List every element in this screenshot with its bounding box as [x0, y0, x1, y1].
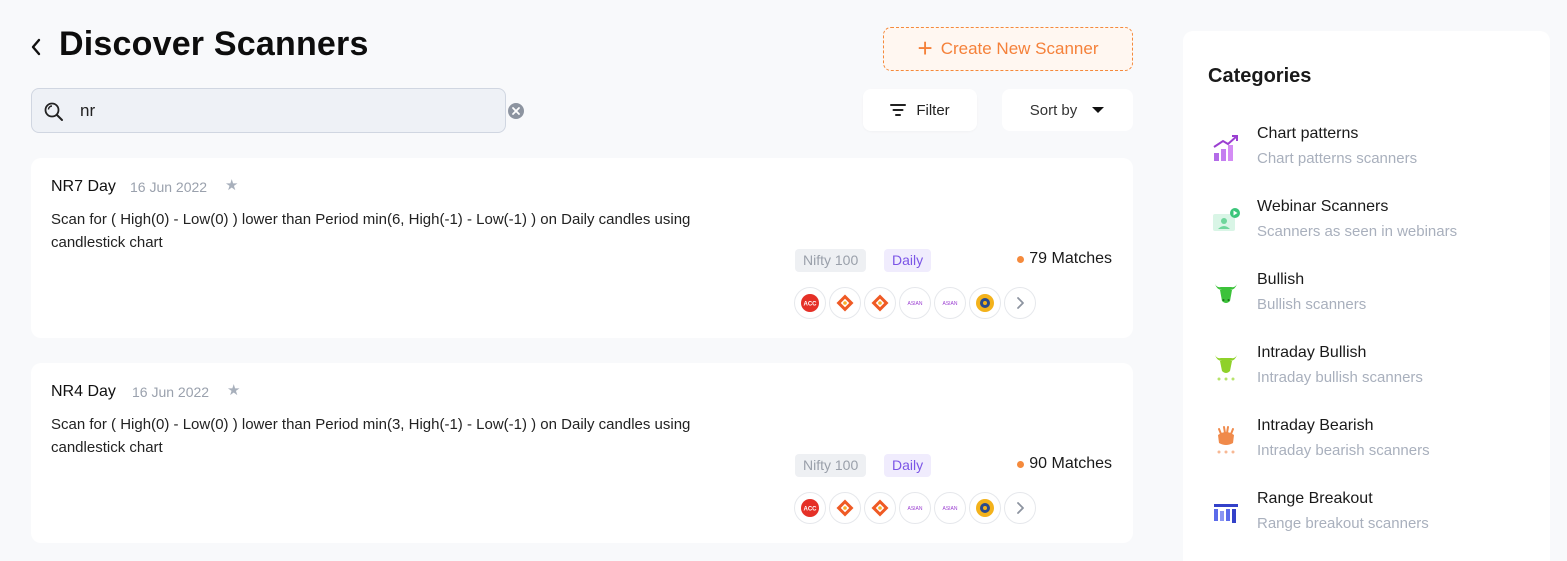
category-name: Chart patterns	[1257, 125, 1359, 142]
ambuja-logo[interactable]	[864, 492, 896, 524]
match-count-label: 79 Matches	[1029, 250, 1112, 267]
more-logos-button[interactable]	[1004, 287, 1036, 319]
search-box	[31, 88, 524, 133]
create-scanner-button[interactable]: + Create New Scanner	[883, 27, 1133, 71]
stock-logos: ACC ASIAN ASIAN	[794, 287, 1036, 319]
svg-text:ASIAN: ASIAN	[942, 301, 957, 307]
category-name: Intraday Bearish	[1257, 417, 1374, 434]
category-intraday-bullish[interactable]: Intraday Bullish Intraday bullish scanne…	[1207, 344, 1527, 394]
category-subtitle: Bullish scanners	[1257, 296, 1367, 313]
acc-logo[interactable]: ACC	[794, 287, 826, 319]
range-breakout-icon	[1214, 504, 1238, 523]
svg-text:ASIAN: ASIAN	[907, 301, 922, 307]
page-title: Discover Scanners	[59, 25, 369, 63]
scanner-description: Scan for ( High(0) - Low(0) ) lower than…	[51, 416, 691, 456]
star-icon[interactable]: ★	[225, 176, 238, 194]
chevron-right-icon	[1017, 502, 1024, 514]
scanner-card[interactable]: NR7 Day 16 Jun 2022 ★ Scan for ( High(0)…	[31, 158, 1133, 338]
category-subtitle: Range breakout scanners	[1257, 515, 1429, 532]
status-dot	[1017, 460, 1025, 468]
index-tag: Nifty 100	[795, 249, 867, 272]
category-subtitle: Scanners as seen in webinars	[1257, 223, 1458, 240]
sort-dropdown[interactable]: Sort by	[1002, 89, 1133, 131]
svg-text:ASIAN: ASIAN	[942, 506, 957, 512]
stock-logos: ACC ASIAN ASIAN	[794, 492, 1036, 524]
category-name: Webinar Scanners	[1257, 198, 1389, 215]
intraday-bull-icon	[1215, 355, 1237, 381]
scanner-date: 16 Jun 2022	[132, 384, 210, 400]
timeframe-tag: Daily	[884, 454, 932, 477]
match-count[interactable]: 79 Matches	[1017, 250, 1112, 268]
match-count-label: 90 Matches	[1029, 455, 1112, 472]
back-button[interactable]	[30, 34, 48, 60]
bear-paw-icon	[1217, 426, 1235, 454]
scanner-card[interactable]: NR4 Day 16 Jun 2022 ★ Scan for ( High(0)…	[31, 363, 1133, 543]
scanner-date: 16 Jun 2022	[130, 179, 208, 195]
sort-label: Sort by	[1029, 101, 1078, 119]
ambuja-logo[interactable]	[829, 492, 861, 524]
category-subtitle: Intraday bearish scanners	[1257, 442, 1430, 459]
category-range-breakout[interactable]: Range Breakout Range breakout scanners	[1207, 490, 1527, 540]
caret-down-icon	[1092, 107, 1105, 113]
categories-panel: Categories Chart patterns Chart patterns…	[1183, 31, 1550, 561]
chevron-left-icon	[31, 38, 41, 56]
plus-icon: +	[917, 33, 933, 63]
categories-title: Categories	[1208, 65, 1312, 87]
paytm-logo[interactable]: ASIAN	[934, 492, 966, 524]
category-webinar-scanners[interactable]: Webinar Scanners Scanners as seen in web…	[1207, 198, 1527, 248]
svg-text:ASIAN: ASIAN	[907, 506, 922, 512]
svg-text:ACC: ACC	[804, 507, 818, 513]
ambuja-logo[interactable]	[829, 287, 861, 319]
seal-logo[interactable]	[969, 492, 1001, 524]
acc-logo[interactable]: ACC	[794, 492, 826, 524]
paytm-logo[interactable]: ASIAN	[899, 287, 931, 319]
category-intraday-bearish[interactable]: Intraday Bearish Intraday bearish scanne…	[1207, 417, 1527, 467]
filter-button[interactable]: Filter	[863, 89, 977, 131]
ambuja-logo[interactable]	[864, 287, 896, 319]
search-icon	[44, 102, 63, 121]
scanner-description: Scan for ( High(0) - Low(0) ) lower than…	[51, 211, 691, 251]
paytm-logo[interactable]: ASIAN	[934, 287, 966, 319]
more-logos-button[interactable]	[1004, 492, 1036, 524]
category-name: Bullish	[1257, 271, 1305, 288]
webinar-icon	[1213, 208, 1240, 231]
category-subtitle: Intraday bullish scanners	[1257, 369, 1423, 386]
filter-icon	[890, 104, 907, 116]
index-tag: Nifty 100	[795, 454, 867, 477]
status-dot	[1017, 255, 1025, 263]
timeframe-tag: Daily	[884, 249, 932, 272]
chart-patterns-icon	[1213, 135, 1238, 161]
category-chart-patterns[interactable]: Chart patterns Chart patterns scanners	[1207, 125, 1527, 175]
clear-search-icon[interactable]	[507, 102, 525, 120]
bull-icon	[1215, 284, 1237, 303]
scanner-name[interactable]: NR7 Day	[51, 178, 116, 196]
match-count[interactable]: 90 Matches	[1017, 455, 1112, 473]
paytm-logo[interactable]: ASIAN	[899, 492, 931, 524]
star-icon[interactable]: ★	[227, 381, 240, 399]
seal-logo[interactable]	[969, 287, 1001, 319]
filter-label: Filter	[916, 101, 950, 119]
category-subtitle: Chart patterns scanners	[1257, 150, 1418, 167]
create-scanner-label: Create New Scanner	[940, 39, 1099, 58]
scanner-name[interactable]: NR4 Day	[51, 383, 116, 401]
category-name: Intraday Bullish	[1257, 344, 1367, 361]
svg-text:ACC: ACC	[804, 302, 818, 308]
category-bullish[interactable]: Bullish Bullish scanners	[1207, 271, 1527, 321]
chevron-right-icon	[1017, 297, 1024, 309]
search-input[interactable]	[80, 97, 460, 125]
category-name: Range Breakout	[1257, 490, 1373, 507]
